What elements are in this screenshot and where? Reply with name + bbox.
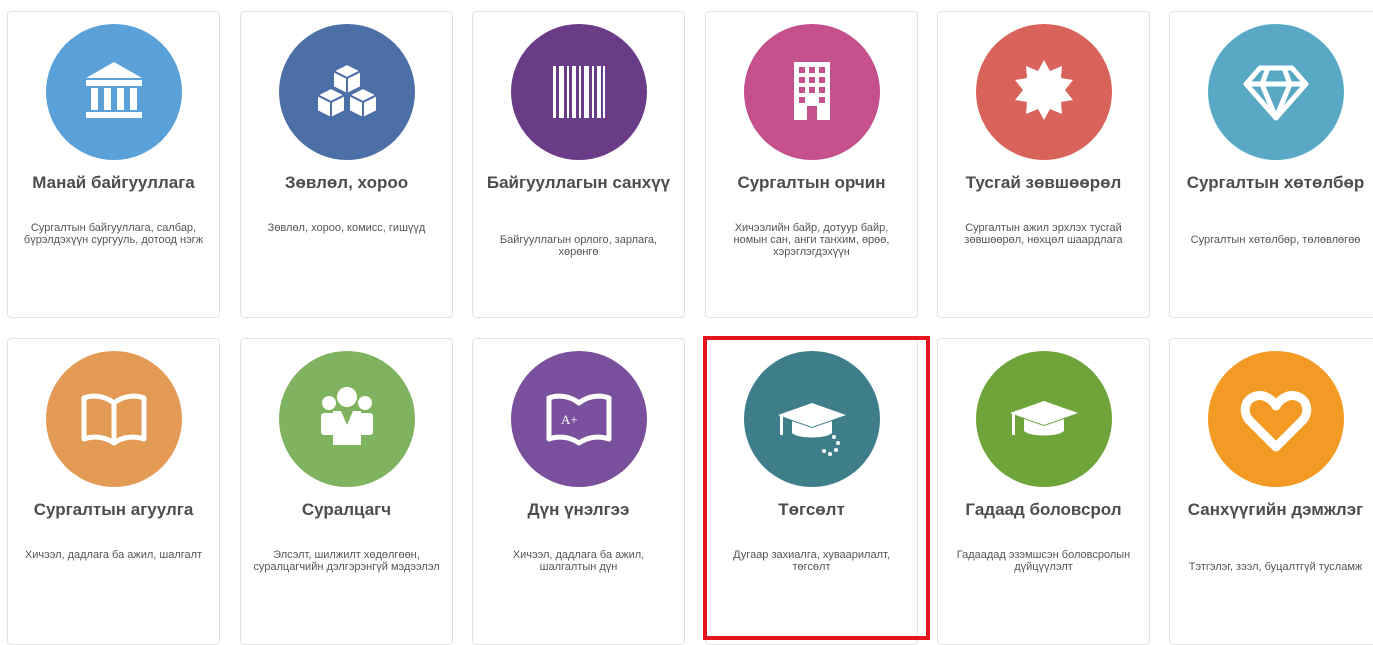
module-card-curriculum[interactable]: Сургалтын хөтөлбөр Сургалтын хөтөлбөр, т… — [1169, 11, 1373, 318]
module-card-graduation[interactable]: Төгсөлт Дугаар захиалга, хуваарилалт, тө… — [705, 338, 918, 645]
module-description: Сургалтын ажил эрхлэх тусгай зөвшөөрөл, … — [964, 222, 1123, 246]
svg-text:A+: A+ — [561, 412, 578, 427]
module-description: Хичээл, дадлага ба ажил, шалгалтын дүн — [512, 549, 645, 573]
module-title: Дүн үнэлгээ — [527, 500, 630, 519]
module-card-students[interactable]: Суралцагч Элсэлт, шилжилт хөдөлгөөн, сур… — [240, 338, 453, 645]
module-description: Гадаадад эзэмшсэн боловсролын дүйцүүлэлт — [956, 549, 1131, 573]
cubes-icon — [278, 24, 415, 160]
module-card-financial-support[interactable]: Санхүүгийн дэмжлэг Тэтгэлэг, зээл, буцал… — [1169, 338, 1373, 645]
graduation-cap-icon — [743, 351, 880, 487]
module-title: Сургалтын орчин — [737, 173, 886, 192]
module-title: Төгсөлт — [778, 500, 845, 519]
module-title: Гадаад боловсрол — [965, 500, 1122, 519]
module-title: Зөвлөл, хороо — [284, 173, 409, 192]
diamond-icon — [1207, 24, 1344, 160]
module-title: Тусгай зөвшөөрөл — [965, 173, 1122, 192]
module-description: Тэтгэлэг, зээл, буцалтгүй тусламж — [1188, 561, 1363, 573]
barcode-icon — [510, 24, 647, 160]
mortarboard-icon — [975, 351, 1112, 487]
building-icon — [743, 24, 880, 160]
module-title: Сургалтын агуулга — [33, 500, 194, 519]
module-card-license[interactable]: Тусгай зөвшөөрөл Сургалтын ажил эрхлэх т… — [937, 11, 1150, 318]
module-description: Сургалтын хөтөлбөр, төлөвлөгөө — [1190, 234, 1361, 246]
module-card-grades[interactable]: A+ Дүн үнэлгээ Хичээл, дадлага ба ажил, … — [472, 338, 685, 645]
module-description: Хичээлийн байр, дотуур байр, номын сан, … — [733, 222, 890, 258]
module-card-organization[interactable]: Манай байгууллага Сургалтын байгууллага,… — [7, 11, 220, 318]
certificate-icon — [975, 24, 1112, 160]
module-card-foreign-education[interactable]: Гадаад боловсрол Гадаадад эзэмшсэн болов… — [937, 338, 1150, 645]
module-title: Байгууллагын санхүү — [486, 173, 671, 192]
grade-book-icon: A+ — [510, 351, 647, 487]
module-description: Элсэлт, шилжилт хөдөлгөөн, суралцагчийн … — [253, 549, 440, 573]
module-grid: Манай байгууллага Сургалтын байгууллага,… — [0, 0, 1373, 645]
module-title: Санхүүгийн дэмжлэг — [1187, 500, 1364, 519]
users-icon — [278, 351, 415, 487]
module-description: Хичээл, дадлага ба ажил, шалгалт — [24, 549, 203, 561]
module-card-finance[interactable]: Байгууллагын санхүү Байгууллагын орлого,… — [472, 11, 685, 318]
module-description: Байгууллагын орлого, зарлага, хөрөнгө — [499, 234, 658, 258]
module-description: Дугаар захиалга, хуваарилалт, төгсөлт — [733, 549, 890, 573]
book-icon — [45, 351, 182, 487]
module-title: Манай байгууллага — [32, 173, 195, 192]
module-title: Суралцагч — [301, 500, 392, 519]
module-card-environment[interactable]: Сургалтын орчин Хичээлийн байр, дотуур б… — [705, 11, 918, 318]
module-title: Сургалтын хөтөлбөр — [1186, 173, 1365, 192]
module-description: Сургалтын байгууллага, салбар, бүрэлдэхү… — [23, 222, 204, 246]
module-card-council[interactable]: Зөвлөл, хороо Зөвлөл, хороо, комисс, гиш… — [240, 11, 453, 318]
module-card-content[interactable]: Сургалтын агуулга Хичээл, дадлага ба ажи… — [7, 338, 220, 645]
bank-icon — [45, 24, 182, 160]
module-description: Зөвлөл, хороо, комисс, гишүүд — [267, 222, 426, 234]
heart-icon — [1207, 351, 1344, 487]
